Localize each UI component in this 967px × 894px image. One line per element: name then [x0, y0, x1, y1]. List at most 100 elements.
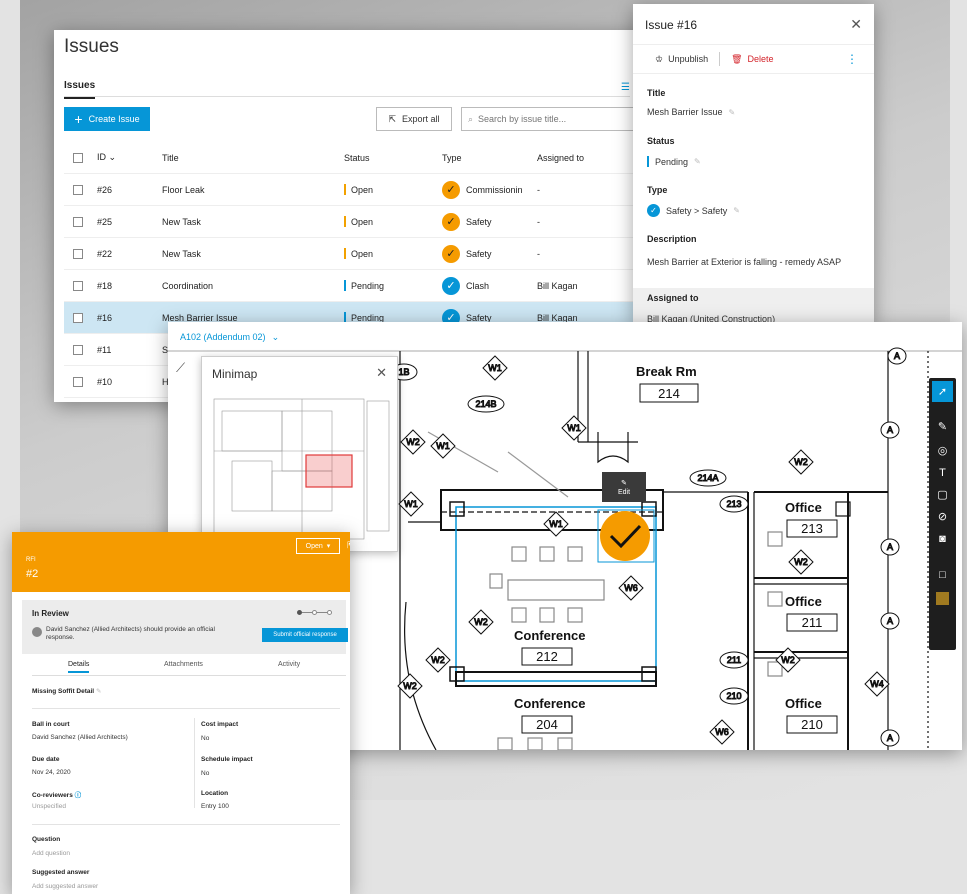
coreviewers-label-text: Co-reviewers [32, 792, 73, 799]
edit-button[interactable]: ✎ Edit [602, 472, 646, 502]
tag-label: 211 [727, 655, 741, 665]
cursor-icon[interactable]: ➚ [932, 381, 953, 402]
trash-icon: 🗑 [731, 53, 743, 64]
stroke-color-icon[interactable]: □ [932, 564, 953, 585]
text-icon[interactable]: T [932, 462, 953, 483]
title-field[interactable]: Mesh Barrier Issue ✎ [647, 107, 735, 117]
minimap-viewport[interactable] [305, 454, 353, 488]
more-menu-icon[interactable]: ⋮ [846, 52, 858, 66]
divider [32, 708, 340, 709]
description-value[interactable]: Mesh Barrier at Exterior is falling - re… [647, 256, 843, 268]
close-icon[interactable]: ✕ [376, 365, 387, 381]
column-status[interactable]: Status [344, 153, 370, 163]
type-label: Type [647, 185, 668, 195]
minimap-panel[interactable]: Minimap ✕ [201, 356, 398, 552]
delete-button[interactable]: 🗑 Delete [731, 54, 773, 65]
row-checkbox[interactable] [73, 280, 83, 291]
cloud-icon[interactable]: ▢ [932, 484, 953, 505]
tag-label: 214B [475, 399, 496, 409]
review-banner: In Review David Sanchez (Allied Architec… [22, 600, 348, 654]
coreviewers-value[interactable]: Unspecified [32, 803, 66, 810]
tag-w4: W4 [864, 671, 890, 697]
fill-color-icon[interactable] [932, 588, 953, 609]
issue-detail-panel: Issue #16 ✕ ♔ Unpublish 🗑 Delete ⋮ Title… [633, 4, 874, 324]
tag-213: 213 [719, 495, 749, 513]
table-row[interactable]: #18 Coordination Pending ✓ Clash Bill Kag… [64, 270, 650, 302]
status-field[interactable]: Pending ✎ [647, 156, 701, 167]
status-value: Pending [655, 156, 689, 167]
shapes-icon[interactable]: ◎ [932, 440, 953, 461]
tab-activity[interactable]: Activity [278, 661, 300, 668]
tab-details[interactable]: Details [68, 661, 90, 673]
pen-icon[interactable]: ✎ [932, 416, 953, 437]
tag-a: A [887, 347, 907, 365]
unpublish-button[interactable]: ♔ Unpublish [655, 54, 708, 65]
row-status: Pending [344, 280, 384, 291]
chart-icon[interactable]: ⟋ [176, 360, 185, 376]
camera-icon[interactable]: ◙ [932, 528, 953, 549]
tag-w2: W2 [788, 449, 814, 475]
status-dropdown[interactable]: Open ▾ [296, 538, 340, 554]
table-header: ID ⌄ Title Status Type Assigned to [64, 142, 650, 174]
create-issue-button[interactable]: + Create Issue [64, 107, 150, 131]
title-value: Mesh Barrier Issue [647, 107, 723, 117]
pencil-icon: ✎ [95, 688, 102, 695]
row-assigned: - [537, 184, 540, 195]
schedule-impact-value[interactable]: No [201, 770, 209, 777]
tab-attachments[interactable]: Attachments [164, 661, 203, 668]
room-name-conference-212: Conference [514, 628, 586, 643]
question-input[interactable]: Add question [32, 850, 70, 857]
table-row[interactable]: #26 Floor Leak Open ✓ Commissionin - [64, 174, 650, 206]
row-checkbox[interactable] [73, 248, 83, 259]
check-icon: ✓ [442, 212, 460, 231]
suggested-answer-input[interactable]: Add suggested answer [32, 883, 98, 890]
column-type[interactable]: Type [442, 153, 462, 163]
search-box[interactable]: ⌕ [461, 107, 650, 131]
cost-impact-value[interactable]: No [201, 735, 209, 742]
coreviewers-label: Co-reviewers ⓘ [32, 789, 81, 799]
room-name-office-210: Office [785, 696, 822, 711]
check-icon: ✓ [442, 244, 460, 263]
room-name-office-213: Office [785, 500, 822, 515]
issue-icon[interactable]: ⊘ [932, 506, 953, 527]
row-checkbox[interactable] [73, 312, 83, 323]
row-status-label: Open [351, 248, 374, 259]
issue-pin[interactable] [597, 509, 655, 563]
tag-label: A [894, 351, 900, 361]
row-checkbox[interactable] [73, 344, 83, 355]
row-checkbox[interactable] [73, 216, 83, 227]
divider [32, 824, 340, 825]
pencil-icon: ✎ [621, 479, 627, 487]
export-all-button[interactable]: ⇱ Export all [376, 107, 452, 131]
room-name-break: Break Rm [636, 364, 697, 379]
sheet-selector[interactable]: A102 (Addendum 02) ⌄ [180, 332, 279, 343]
submit-response-button[interactable]: Submit official response [262, 628, 348, 642]
location-value[interactable]: Entry 100 [201, 803, 229, 810]
row-id: #16 [97, 312, 113, 323]
select-all-checkbox[interactable] [73, 152, 83, 163]
search-icon: ⌕ [468, 113, 474, 124]
column-title[interactable]: Title [162, 153, 179, 163]
ball-in-court-value[interactable]: David Sanchez (Allied Architects) [32, 734, 128, 741]
rfi-subject[interactable]: Missing Soffit Detail ✎ [32, 687, 101, 695]
table-row[interactable]: #25 New Task Open ✓ Safety - [64, 206, 650, 238]
tag-w1: W1 [561, 415, 587, 441]
tag-label: W4 [870, 679, 884, 689]
search-input[interactable] [478, 114, 629, 124]
room-number-204: 204 [536, 717, 558, 732]
row-type: ✓ Safety [442, 244, 492, 263]
row-type-label: Safety [466, 216, 492, 227]
row-checkbox[interactable] [73, 184, 83, 195]
filter-icon[interactable]: ☰ [621, 82, 630, 93]
column-id[interactable]: ID ⌄ [97, 152, 116, 163]
column-assigned[interactable]: Assigned to [537, 153, 584, 163]
info-icon[interactable]: ⓘ [75, 792, 82, 799]
close-icon[interactable]: ✕ [850, 16, 862, 33]
minimap-thumbnail[interactable] [202, 391, 399, 551]
table-row[interactable]: #22 New Task Open ✓ Safety - [64, 238, 650, 270]
row-checkbox[interactable] [73, 376, 83, 387]
row-type: ✓ Safety [442, 212, 492, 231]
share-icon[interactable]: ⇱ [347, 540, 350, 551]
due-date-value[interactable]: Nov 24, 2020 [32, 769, 71, 776]
type-field[interactable]: ✓ Safety > Safety ✎ [647, 204, 740, 217]
